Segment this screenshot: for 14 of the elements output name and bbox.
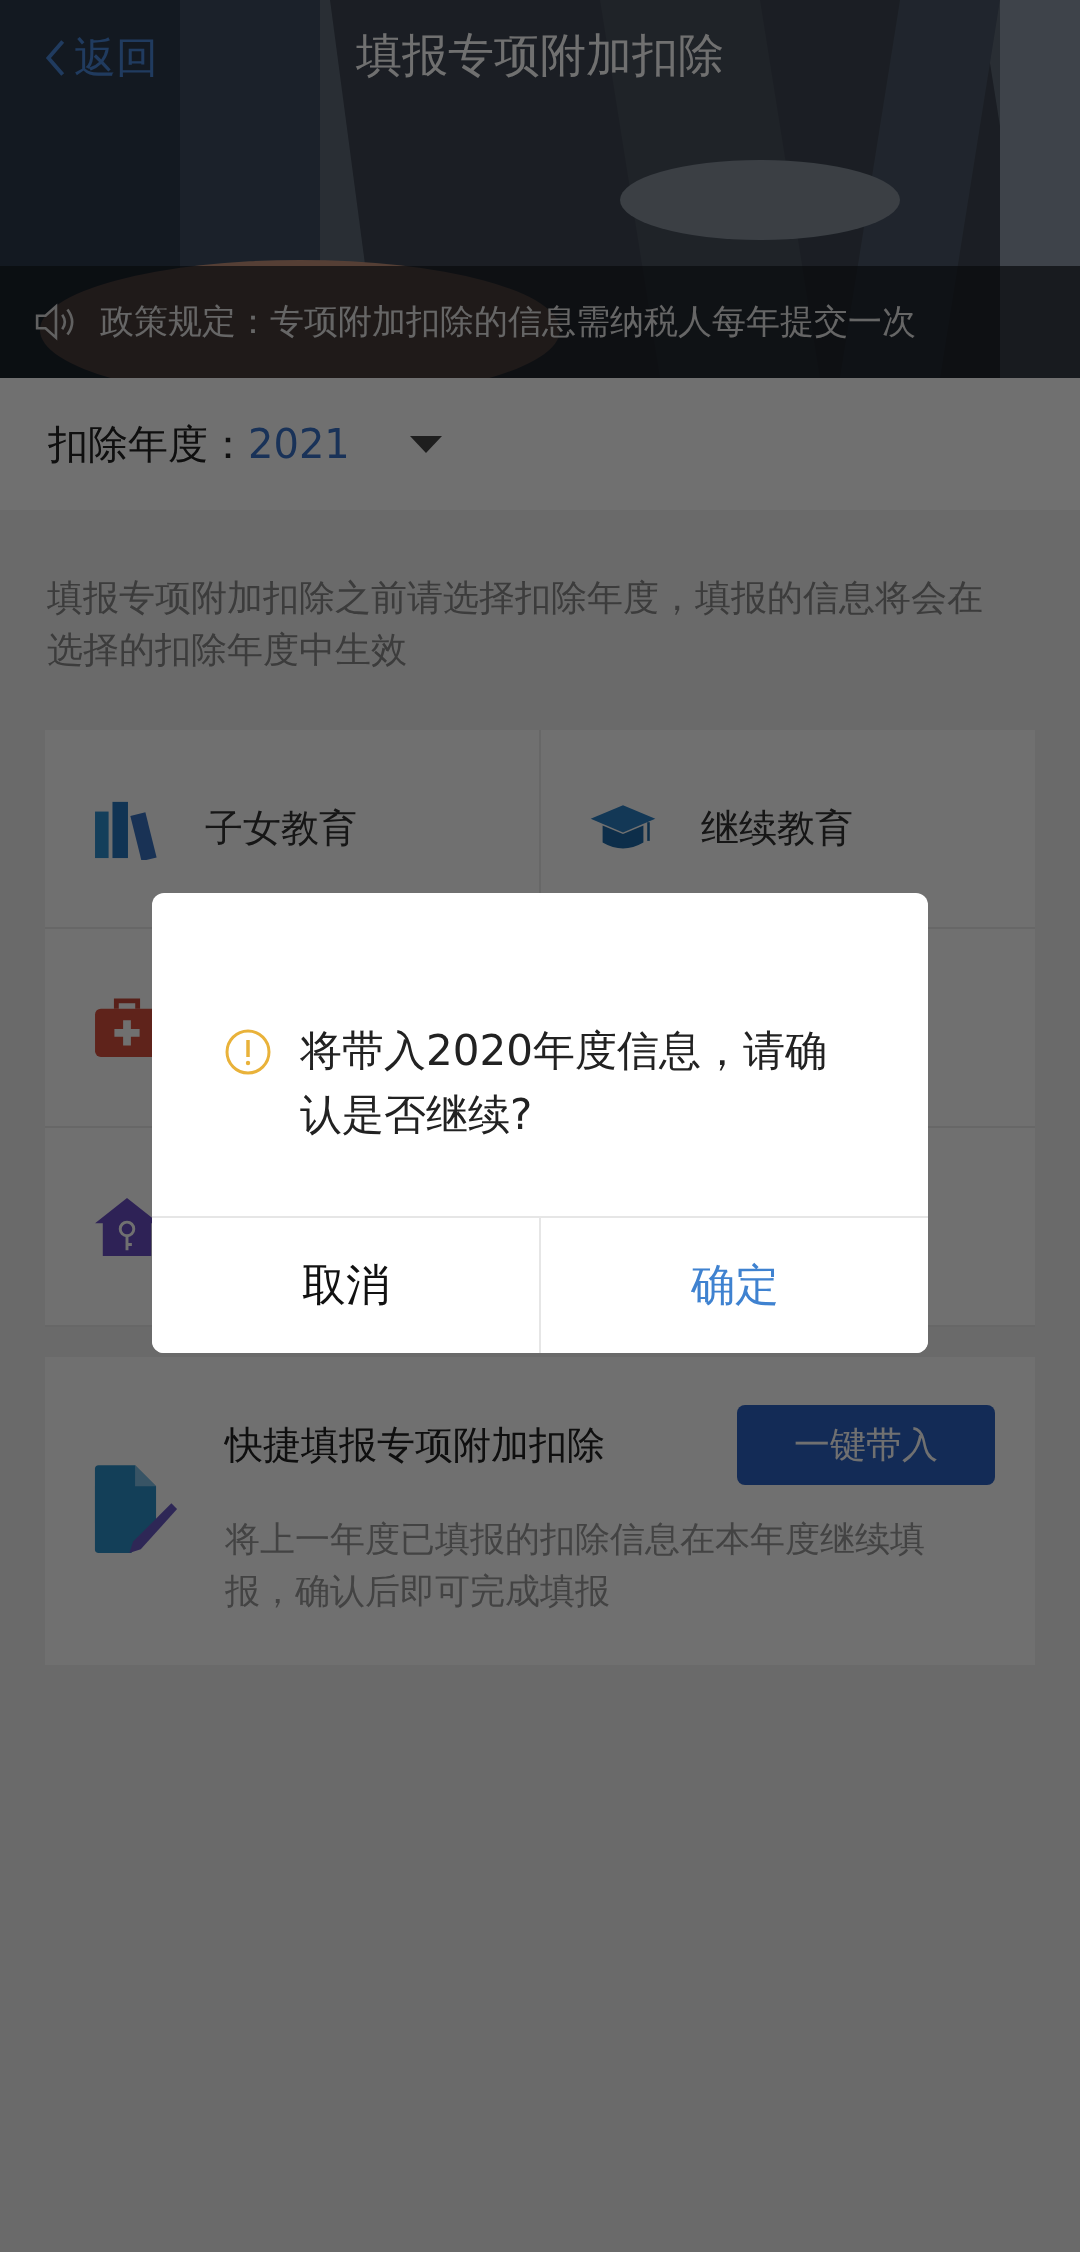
back-chevron-icon (44, 38, 66, 78)
one-click-import-button[interactable]: 一键带入 (737, 1405, 995, 1485)
year-value: 2021 (248, 421, 350, 467)
year-label: 扣除年度： (48, 419, 248, 469)
deduction-item[interactable]: 继续教育 (589, 797, 853, 860)
dialog-message: 将带入2020年度信息，请确认是否继续? (300, 1025, 828, 1141)
page-title: 填报专项附加扣除 (356, 27, 724, 84)
quick-fill-title: 快捷填报专项附加扣除 (225, 1421, 605, 1469)
confirm-button[interactable]: 确定 (539, 1218, 928, 1353)
year-selector[interactable]: 扣除年度：2021 (0, 378, 1080, 510)
dropdown-caret-icon (409, 435, 442, 453)
notice-text: 政策规定：专项附加扣除的信息需纳税人每年提交一次 (100, 300, 916, 343)
deduction-item[interactable]: 子女教育 (93, 797, 357, 860)
warning-icon (224, 1028, 272, 1076)
